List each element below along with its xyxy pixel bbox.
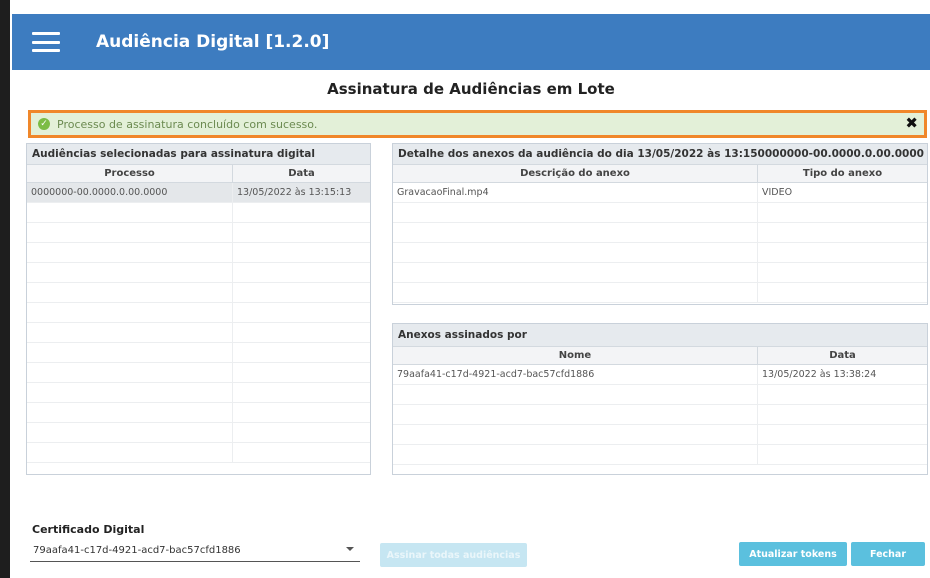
window-left-edge (0, 0, 10, 578)
table-row[interactable]: 0000000-00.0000.0.00.0000 13/05/2022 às … (27, 183, 370, 203)
empty-row (27, 443, 370, 463)
column-header-data[interactable]: Data (758, 347, 927, 364)
success-alert: ✓ Processo de assinatura concluído com s… (28, 110, 927, 138)
window-top-edge (0, 0, 930, 10)
signed-by-panel: Anexos assinados por Nome Data 79aafa41-… (392, 323, 928, 475)
check-circle-icon: ✓ (38, 118, 50, 130)
empty-row (27, 283, 370, 303)
cell-tipo: VIDEO (762, 187, 793, 198)
empty-row (393, 283, 927, 303)
empty-row (393, 263, 927, 283)
sign-all-button[interactable]: Assinar todas audiências (380, 543, 527, 567)
column-header-data[interactable]: Data (233, 165, 370, 182)
attachments-columns: Descrição do anexo Tipo do anexo (393, 165, 927, 183)
column-header-nome[interactable]: Nome (393, 347, 758, 364)
cell-descricao: GravacaoFinal.mp4 (393, 183, 758, 202)
attachments-detail-header: Detalhe dos anexos da audiência do dia 1… (393, 144, 927, 165)
empty-row (27, 343, 370, 363)
empty-row (27, 383, 370, 403)
app-header: Audiência Digital [1.2.0] (12, 14, 930, 70)
close-icon[interactable]: ✖ (905, 114, 918, 132)
selected-hearings-header: Processo Data (27, 165, 370, 183)
signed-by-title: Anexos assinados por (393, 324, 927, 347)
empty-row (27, 223, 370, 243)
column-header-tipo[interactable]: Tipo do anexo (758, 165, 927, 182)
empty-row (27, 303, 370, 323)
empty-row (27, 403, 370, 423)
empty-row (393, 203, 927, 223)
table-row[interactable]: 79aafa41-c17d-4921-acd7-bac57cfd1886 13/… (393, 365, 927, 385)
empty-row (393, 425, 927, 445)
empty-row (27, 363, 370, 383)
selected-hearings-panel: Audiências selecionadas para assinatura … (26, 143, 371, 475)
alert-message: Processo de assinatura concluído com suc… (57, 117, 318, 131)
empty-row (393, 223, 927, 243)
table-row[interactable]: GravacaoFinal.mp4 VIDEO (393, 183, 927, 203)
empty-row (393, 385, 927, 405)
cell-nome: 79aafa41-c17d-4921-acd7-bac57cfd1886 (393, 365, 758, 384)
close-button[interactable]: Fechar (851, 542, 925, 566)
hamburger-menu-icon[interactable] (32, 32, 60, 52)
refresh-tokens-button[interactable]: Atualizar tokens (739, 542, 847, 566)
column-header-processo[interactable]: Processo (27, 165, 233, 182)
caret-down-icon (346, 547, 354, 551)
column-header-descricao[interactable]: Descrição do anexo (393, 165, 758, 182)
empty-row (27, 263, 370, 283)
selected-hearings-title: Audiências selecionadas para assinatura … (27, 144, 370, 165)
empty-row (27, 203, 370, 223)
signed-by-columns: Nome Data (393, 347, 927, 365)
empty-row (393, 243, 927, 263)
page-title: Assinatura de Audiências em Lote (327, 80, 615, 98)
process-number: 0000000-00.0000.0.00.0000 (757, 148, 924, 160)
empty-row (27, 323, 370, 343)
attachments-detail-panel: Detalhe dos anexos da audiência do dia 1… (392, 143, 928, 305)
cell-data: 13/05/2022 às 13:38:24 (762, 369, 877, 380)
empty-row (393, 405, 927, 425)
empty-row (393, 445, 927, 465)
empty-row (27, 423, 370, 443)
certificate-select[interactable]: 79aafa41-c17d-4921-acd7-bac57cfd1886 (30, 540, 360, 562)
certificate-label: Certificado Digital (32, 523, 145, 536)
cell-data: 13/05/2022 às 13:15:13 (237, 187, 352, 198)
cell-processo: 0000000-00.0000.0.00.0000 (27, 183, 233, 202)
certificate-value: 79aafa41-c17d-4921-acd7-bac57cfd1886 (33, 545, 241, 556)
app-title: Audiência Digital [1.2.0] (96, 32, 330, 52)
empty-row (27, 243, 370, 263)
attachments-detail-title: Detalhe dos anexos da audiência do dia 1… (398, 148, 758, 160)
